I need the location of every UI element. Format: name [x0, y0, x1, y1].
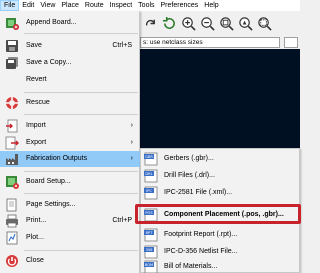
zoom-out-icon[interactable] [199, 15, 215, 31]
fabrication-icon [6, 154, 18, 165]
menu-item-label: Save a Copy... [26, 59, 72, 66]
menu-item-label: Print... [26, 217, 47, 224]
board-setup-icon [6, 176, 19, 189]
submenu-item-label: IPC-D-356 Netlist File... [164, 248, 238, 255]
submenu-item-bill-of-materials[interactable]: BOM Bill of Materials... [141, 259, 301, 273]
file-menu: Append Board... Save Ctrl+S Save a Copy.… [0, 11, 140, 273]
menu-item-label: Save [26, 42, 42, 49]
menu-place[interactable]: Place [58, 0, 82, 11]
submenu-item-label: Bill of Materials... [164, 263, 218, 270]
zoom-selection-icon[interactable] [256, 15, 272, 31]
redo-icon[interactable] [142, 15, 158, 31]
menu-route[interactable]: Route [82, 0, 107, 11]
submenu-item-label: IPC-2581 File (.xml)... [164, 189, 233, 196]
refresh-icon[interactable] [161, 15, 177, 31]
import-icon [6, 119, 18, 133]
submenu-item-label: Drill Files (.drl)... [164, 172, 215, 179]
menu-item-label: Fabrication Outputs [26, 155, 88, 162]
report-file-icon: RPT [144, 228, 158, 242]
svg-text:GBR: GBR [145, 155, 153, 159]
menu-file[interactable]: File [0, 0, 20, 11]
track-width-bar: s: use netclass sizes [140, 35, 300, 49]
svg-text:DRL: DRL [145, 172, 152, 176]
submenu-item-footprint-report[interactable]: RPT Footprint Report (.rpt)... [141, 227, 301, 243]
separator [24, 114, 138, 115]
menu-item-fabrication-outputs[interactable]: Fabrication Outputs › [0, 151, 140, 167]
menu-item-label: Append Board... [26, 19, 77, 26]
submenu-item-drill-files[interactable]: DRL Drill Files (.drl)... [141, 168, 301, 184]
shortcut-label: Ctrl+S [112, 42, 132, 49]
page-settings-icon [6, 198, 17, 212]
menu-view[interactable]: View [37, 0, 58, 11]
separator [24, 92, 138, 93]
menu-item-save-copy[interactable]: Save a Copy... [0, 55, 140, 71]
ipc-file-icon: IPC [144, 186, 158, 200]
menu-item-plot[interactable]: Plot... [0, 230, 140, 246]
menu-item-label: Page Settings... [26, 201, 76, 208]
menu-item-label: Board Setup... [26, 178, 71, 185]
submenu-item-label: Footprint Report (.rpt)... [164, 231, 238, 238]
separator [24, 171, 138, 172]
menu-item-label: Rescue [26, 99, 50, 106]
menu-item-rescue[interactable]: Rescue [0, 95, 140, 111]
zoom-to-objects-icon[interactable] [237, 15, 253, 31]
svg-text:IPC: IPC [146, 189, 152, 193]
menu-item-print[interactable]: Print... Ctrl+P [0, 213, 140, 229]
menubar: File Edit View Place Route Inspect Tools… [0, 0, 300, 11]
svg-text:356: 356 [146, 248, 154, 252]
save-copy-icon [6, 57, 18, 69]
bom-file-icon: BOM [144, 260, 158, 273]
menu-item-import[interactable]: Import › [0, 118, 140, 134]
menu-preferences[interactable]: Preferences [158, 0, 202, 11]
zoom-in-icon[interactable] [180, 15, 196, 31]
rescue-icon [6, 97, 18, 109]
svg-text:BOM: BOM [145, 263, 153, 267]
separator [24, 33, 138, 34]
menu-item-close[interactable]: Close [0, 253, 140, 269]
drill-file-icon: DRL [144, 169, 158, 183]
append-board-icon [6, 18, 19, 30]
menu-item-export[interactable]: Export › [0, 135, 140, 151]
main-toolbar [140, 11, 300, 35]
submenu-item-gerbers[interactable]: GBR Gerbers (.gbr)... [141, 151, 301, 167]
menu-item-append-board[interactable]: Append Board... [0, 15, 140, 31]
svg-text:RPT: RPT [146, 231, 154, 235]
plot-icon [6, 231, 18, 245]
save-icon [6, 40, 18, 52]
submenu-item-ipc-2581[interactable]: IPC IPC-2581 File (.xml)... [141, 185, 301, 201]
callout-highlight-box [135, 204, 301, 224]
menu-item-label: Revert [26, 76, 47, 83]
menu-tools[interactable]: Tools [135, 0, 157, 11]
chevron-right-icon: › [130, 122, 133, 129]
menu-item-revert[interactable]: Revert [0, 72, 140, 88]
menu-item-label: Export [26, 139, 47, 146]
menu-item-board-setup[interactable]: Board Setup... [0, 174, 140, 190]
export-icon [5, 136, 19, 150]
menu-inspect[interactable]: Inspect [107, 0, 136, 11]
menu-item-label: Close [26, 257, 44, 264]
menu-item-page-settings[interactable]: Page Settings... [0, 197, 140, 213]
shortcut-label: Ctrl+P [112, 217, 132, 224]
menu-item-label: Plot... [26, 234, 44, 241]
separator [24, 250, 138, 251]
chevron-right-icon: › [130, 139, 133, 146]
menu-edit[interactable]: Edit [19, 0, 37, 11]
chevron-right-icon: › [130, 155, 133, 162]
close-icon [6, 255, 18, 267]
print-icon [6, 214, 18, 228]
menu-item-save[interactable]: Save Ctrl+S [0, 38, 140, 54]
submenu-item-ipc-d-356[interactable]: 356 IPC-D-356 Netlist File... [141, 244, 301, 260]
menu-help[interactable]: Help [201, 0, 221, 11]
netclass-size-select[interactable]: s: use netclass sizes [140, 37, 280, 48]
separator [24, 193, 138, 194]
menu-item-label: Import [26, 122, 46, 129]
submenu-item-label: Gerbers (.gbr)... [164, 155, 214, 162]
zoom-fit-icon[interactable] [218, 15, 234, 31]
netlist-file-icon: 356 [144, 245, 158, 259]
gerber-file-icon: GBR [144, 152, 158, 166]
grid-select[interactable] [284, 37, 298, 48]
